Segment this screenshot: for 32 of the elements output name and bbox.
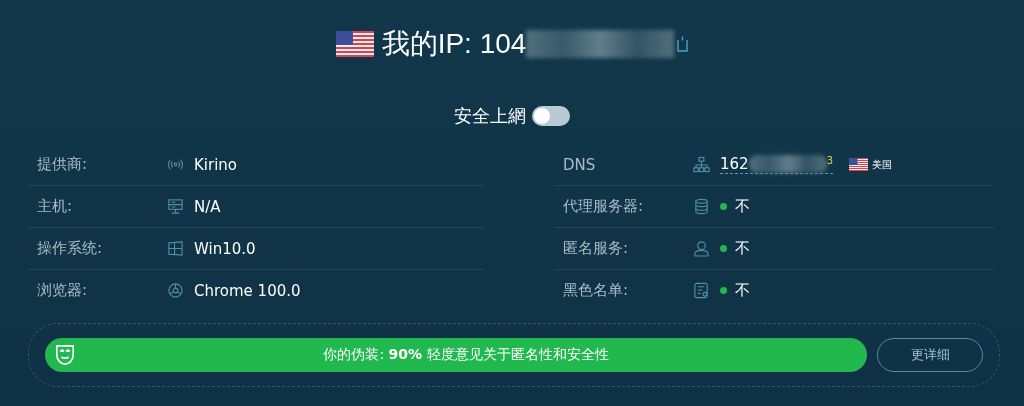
browser-icon (167, 282, 184, 299)
secure-browsing-label: 安全上網 (454, 104, 526, 128)
field-label: 浏览器: (36, 281, 89, 300)
field-label: 匿名服务: (562, 239, 630, 258)
dns-count: 3 (826, 155, 833, 166)
field-value: 不 (735, 281, 750, 300)
field-label: 代理服务器: (562, 197, 645, 216)
dns-value[interactable]: 162 (720, 155, 749, 173)
server-icon (167, 198, 184, 215)
my-ip-label: 我的IP: 104 (381, 27, 527, 61)
us-flag-icon (849, 158, 868, 171)
country-label: 美国 (872, 157, 892, 172)
user-icon (693, 240, 710, 257)
field-label: 黑色名单: (562, 281, 630, 300)
secure-browsing-toggle[interactable] (532, 106, 570, 126)
field-value: Win10.0 (194, 239, 256, 258)
field-value: Kirino (194, 155, 238, 174)
field-value: N/A (194, 197, 221, 216)
field-value: 不 (735, 239, 750, 258)
database-icon (693, 198, 710, 215)
field-value: 不 (735, 197, 750, 216)
field-label: 主机: (36, 197, 74, 216)
field-value: Chrome 100.0 (194, 281, 301, 300)
field-label: DNS (562, 155, 597, 174)
field-label: 操作系统: (36, 239, 104, 258)
windows-icon (167, 240, 184, 257)
us-flag-icon (335, 31, 374, 57)
field-label: 提供商: (36, 155, 89, 174)
mask-icon (55, 344, 75, 366)
list-icon (693, 282, 710, 299)
network-icon (693, 156, 710, 173)
disguise-text: 你的伪装: 90% 轻度意见关于匿名性和安全性 (322, 346, 610, 364)
